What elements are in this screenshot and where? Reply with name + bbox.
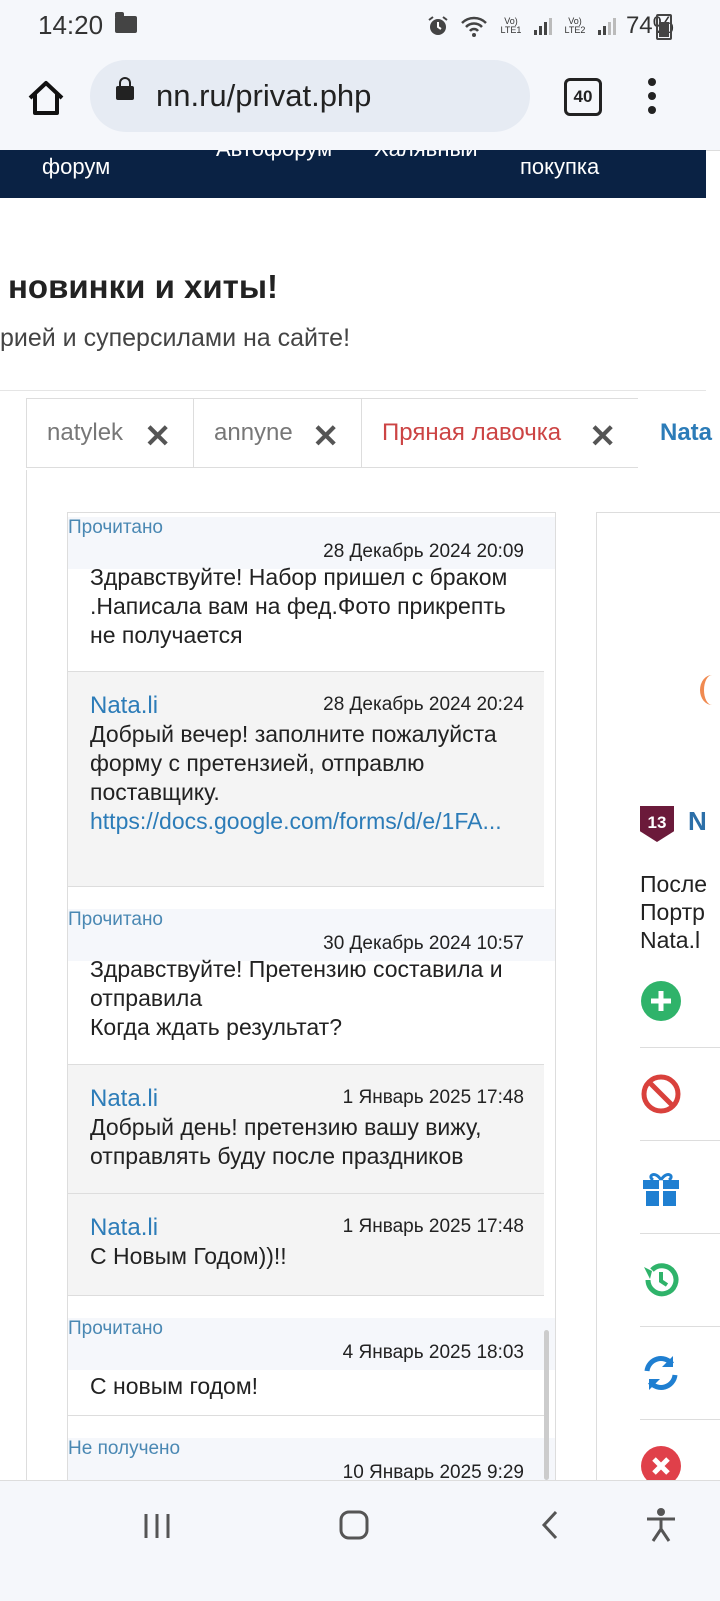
close-icon[interactable]: ✕ [312,417,339,455]
message-body-2: Когда ждать результат? [90,1014,343,1040]
folder-icon [115,12,137,33]
conversation-tabs: natylek ✕ annyne ✕ Пряная лавочка ✕ Nata [26,398,718,470]
list-item: Nata.li 1 Январь 2025 17:48 Добрый день!… [68,1065,544,1194]
tab-label: natylek [47,419,124,446]
list-item: margosha7 Не получено 10 Январь 2025 9:2… [68,1416,555,1482]
profile-line: Портр [640,899,705,925]
tab-label: annyne [214,419,293,446]
message-date: 30 Декабрь 2024 10:57 [323,933,524,954]
tab-nata-active[interactable]: Nata [638,398,718,468]
list-item: Nata.li 1 Январь 2025 17:48 С Новым Годо… [68,1194,544,1296]
refresh-icon[interactable] [640,1352,682,1394]
message-date: 1 Январь 2025 17:48 [342,1087,524,1108]
browser-toolbar: nn.ru/privat.php 40 [0,52,720,151]
tab-annyne[interactable]: annyne ✕ [193,398,362,468]
close-icon[interactable]: ✕ [144,417,171,455]
home-button-icon[interactable] [338,1509,370,1541]
home-icon[interactable] [26,78,66,118]
list-item: margosha7 Прочитано 30 Декабрь 2024 10:5… [68,887,555,1065]
message-author[interactable]: Nata.li [90,1214,158,1242]
signal-icon [533,17,552,35]
url-text[interactable]: nn.ru/privat.php [156,78,371,114]
message-text: С новым годом! [90,1373,259,1399]
avatar [700,675,720,705]
site-nav: форум Автофорум Халявный покупка [0,150,706,198]
message-date: 28 Декабрь 2024 20:24 [323,694,524,715]
tab-spicy-shop[interactable]: Пряная лавочка ✕ [361,398,639,468]
message-date: 10 Январь 2025 9:29 [342,1462,524,1482]
message-body: Здравствуйте! Претензию составила и отпр… [90,956,503,1011]
profile-line: После [640,871,708,897]
list-item: Nata.li 28 Декабрь 2024 20:24 Добрый веч… [68,672,544,887]
divider [640,1419,720,1420]
status-bar: 14:20 Vo) LTE1 Vo) LTE2 74% [0,0,720,52]
message-author[interactable]: Nata.li [90,1085,158,1113]
status-time: 14:20 [38,10,104,40]
system-nav-bar [0,1480,720,1601]
tab-label: Пряная лавочка [382,419,562,446]
divider [640,1233,720,1234]
wifi-icon [461,16,487,37]
message-text: С Новым Годом))!! [90,1243,287,1269]
message-date: 28 Декабрь 2024 20:09 [323,541,524,562]
url-bar[interactable]: nn.ru/privat.php [90,60,530,132]
lock-icon [116,77,134,100]
sim2-label: Vo) LTE2 [564,16,586,35]
divider [0,390,706,391]
message-list[interactable]: margosha7 Прочитано 28 Декабрь 2024 20:0… [67,512,556,1482]
scrollbar[interactable] [544,1330,549,1480]
message-date: 4 Январь 2025 18:03 [342,1342,524,1363]
nav-item-autoforum[interactable]: Автофорум [216,150,332,162]
signal-icon-2 [597,17,616,35]
divider [640,1047,720,1048]
back-icon[interactable] [538,1509,562,1541]
accessibility-icon[interactable] [644,1507,678,1543]
profile-line: Nata.l [640,927,701,953]
close-icon[interactable]: ✕ [589,417,616,455]
nav-item-forum[interactable]: форум [42,154,110,180]
tab-label: Nata [660,419,713,446]
recent-apps-icon[interactable] [142,1511,172,1541]
tab-switcher-button[interactable]: 40 [564,78,602,116]
nav-item-free[interactable]: Халявный [374,150,478,162]
page-subheading: рией и суперсилами на сайте! [0,324,351,352]
more-menu-icon[interactable] [648,78,658,114]
message-text: Добрый вечер! заполните пожалуйста форму… [90,720,530,836]
nav-item-purchase[interactable]: покупка [520,154,599,180]
message-body: Добрый вечер! заполните пожалуйста форму… [90,721,497,805]
history-icon[interactable] [640,1259,682,1301]
block-icon[interactable] [640,1073,682,1115]
divider [640,1140,720,1141]
page-heading: новинки и хиты! [8,268,278,305]
list-item: margosha7 Прочитано 28 Декабрь 2024 20:0… [68,513,555,672]
message-date: 1 Январь 2025 17:48 [342,1216,524,1237]
gift-icon[interactable] [640,1166,682,1208]
message-author[interactable]: Nata.li [90,692,158,720]
tab-natylek[interactable]: natylek ✕ [26,398,194,468]
alarm-icon [428,16,448,35]
profile-text: После Портр Nata.l [640,870,720,954]
divider [640,1326,720,1327]
message-link[interactable]: https://docs.google.com/forms/d/e/1FA... [90,808,502,834]
message-text: Добрый день! претензию вашу вижу, отправ… [90,1114,482,1169]
battery-icon [656,14,672,40]
sim1-label: Vo) LTE1 [500,16,522,35]
plus-icon[interactable] [640,980,682,1022]
message-text: Здравствуйте! Набор пришел с браком .Нап… [90,564,508,648]
profile-name[interactable]: N [688,806,707,837]
status-right: Vo) LTE1 Vo) LTE2 74% [426,12,674,40]
list-item: margosha7 Прочитано 4 Январь 2025 18:03 … [68,1296,555,1416]
message-text: Здравствуйте! Претензию составила и отпр… [90,955,530,1042]
